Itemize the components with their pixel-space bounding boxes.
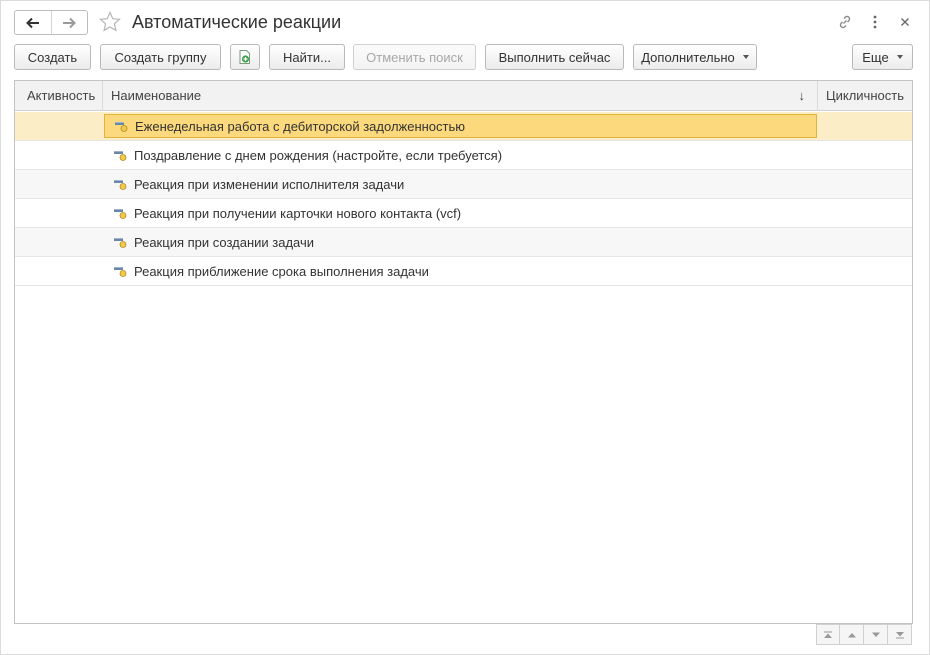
table-row[interactable]: Реакция при создании задачи — [15, 228, 912, 257]
scroll-up-icon — [847, 632, 856, 637]
name-cell[interactable]: Реакция при получении карточки нового ко… — [104, 201, 817, 225]
column-header-periodicity[interactable]: Цикличность — [818, 81, 912, 111]
document-add-icon — [239, 50, 250, 64]
row-name-label: Поздравление с днем рождения (настройте,… — [134, 147, 503, 163]
reaction-item-icon — [114, 151, 127, 161]
chevron-down-icon — [896, 55, 903, 59]
navigation-group — [14, 10, 88, 35]
additional-dropdown[interactable]: Дополнительно — [633, 44, 757, 70]
column-header-name-label: Наименование — [111, 88, 202, 103]
close-icon — [901, 18, 909, 26]
more-dropdown-label: Еще — [862, 49, 889, 65]
table-body: Еженедельная работа с дебиторской задолж… — [15, 112, 912, 286]
row-name-label: Еженедельная работа с дебиторской задолж… — [135, 118, 466, 134]
create-group-button-label: Создать группу — [114, 49, 207, 65]
scroll-top-icon — [824, 631, 832, 638]
arrow-left-icon — [25, 17, 39, 28]
name-cell[interactable]: Реакция при изменении исполнителя задачи — [104, 172, 817, 196]
name-cell[interactable]: Еженедельная работа с дебиторской задолж… — [104, 114, 817, 138]
table-row[interactable]: Еженедельная работа с дебиторской задолж… — [15, 112, 912, 141]
cancel-search-button-label: Отменить поиск — [366, 49, 463, 65]
create-button-label: Создать — [27, 49, 78, 65]
name-cell[interactable]: Реакция приближение срока выполнения зад… — [104, 259, 817, 283]
scroll-top-button[interactable] — [816, 624, 840, 645]
reaction-item-icon — [114, 209, 127, 219]
reaction-item-icon — [114, 238, 127, 248]
close-button[interactable] — [895, 12, 915, 32]
reaction-item-icon — [115, 122, 128, 132]
scroll-down-icon — [871, 632, 880, 637]
additional-dropdown-label: Дополнительно — [641, 49, 735, 65]
arrow-right-icon — [63, 17, 77, 28]
column-header-name[interactable]: Наименование ↓ — [103, 81, 818, 111]
table-row[interactable]: Поздравление с днем рождения (настройте,… — [15, 141, 912, 170]
favorite-button[interactable] — [98, 10, 122, 34]
chevron-down-icon — [742, 55, 749, 59]
reaction-item-icon — [114, 180, 127, 190]
run-now-button[interactable]: Выполнить сейчас — [485, 44, 624, 70]
run-now-button-label: Выполнить сейчас — [498, 49, 611, 65]
star-icon — [99, 11, 121, 32]
back-button[interactable] — [15, 11, 51, 34]
more-dropdown[interactable]: Еще — [852, 44, 913, 70]
cancel-search-button[interactable]: Отменить поиск — [353, 44, 476, 70]
name-cell[interactable]: Поздравление с днем рождения (настройте,… — [104, 143, 817, 167]
scroll-buttons — [816, 624, 913, 645]
find-button-label: Найти... — [283, 49, 331, 65]
scroll-bottom-button[interactable] — [888, 624, 912, 645]
table-header: Активность Наименование ↓ Цикличность — [15, 81, 912, 111]
forward-button[interactable] — [50, 11, 88, 34]
table-row[interactable]: Реакция приближение срока выполнения зад… — [15, 257, 912, 286]
scroll-bottom-icon — [895, 631, 904, 638]
row-name-label: Реакция приближение срока выполнения зад… — [134, 263, 429, 279]
add-from-file-button[interactable] — [230, 44, 260, 70]
link-icon — [839, 15, 851, 29]
create-group-button[interactable]: Создать группу — [100, 44, 221, 70]
link-button[interactable] — [835, 12, 855, 32]
vertical-dots-icon — [873, 15, 877, 29]
table-row[interactable]: Реакция при изменении исполнителя задачи — [15, 170, 912, 199]
create-button[interactable]: Создать — [14, 44, 91, 70]
column-header-activity[interactable]: Активность — [15, 81, 103, 111]
window: Автоматические реакции Создать Создать г… — [0, 0, 930, 655]
table-row[interactable]: Реакция при получении карточки нового ко… — [15, 199, 912, 228]
row-name-label: Реакция при получении карточки нового ко… — [134, 205, 462, 221]
name-cell[interactable]: Реакция при создании задачи — [104, 230, 817, 254]
row-name-label: Реакция при изменении исполнителя задачи — [134, 176, 405, 192]
row-name-label: Реакция при создании задачи — [134, 234, 315, 250]
reaction-item-icon — [114, 267, 127, 277]
window-header: Автоматические реакции — [1, 1, 929, 43]
find-button[interactable]: Найти... — [269, 44, 345, 70]
scroll-down-button[interactable] — [864, 624, 888, 645]
scroll-up-button[interactable] — [840, 624, 864, 645]
page-title: Автоматические реакции — [132, 12, 342, 32]
sort-descending-icon: ↓ — [798, 88, 806, 103]
reactions-table[interactable]: Активность Наименование ↓ Цикличность Еж… — [14, 80, 913, 624]
more-actions-button[interactable] — [865, 12, 885, 32]
